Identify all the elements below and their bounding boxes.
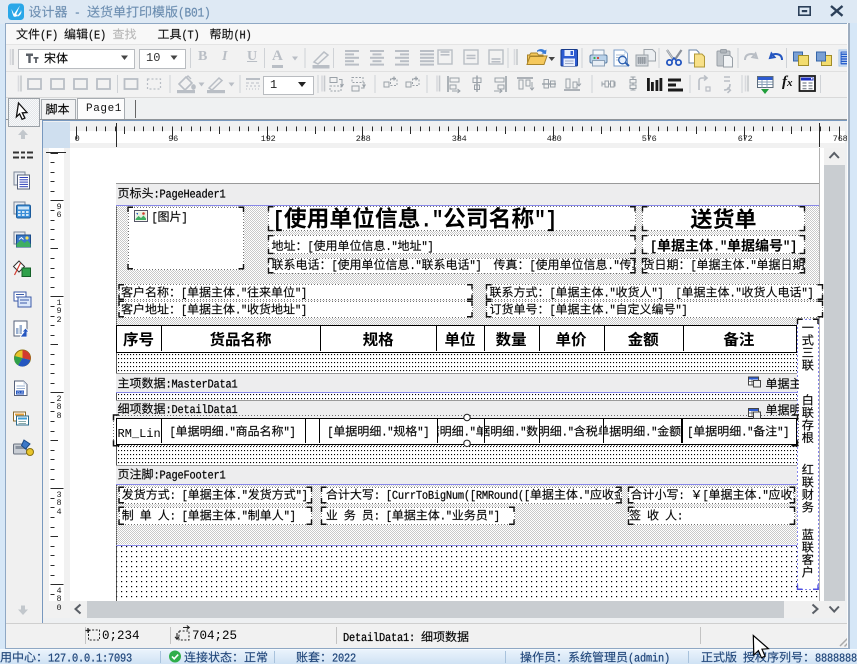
svg-text:CLS: CLS: [17, 391, 24, 395]
